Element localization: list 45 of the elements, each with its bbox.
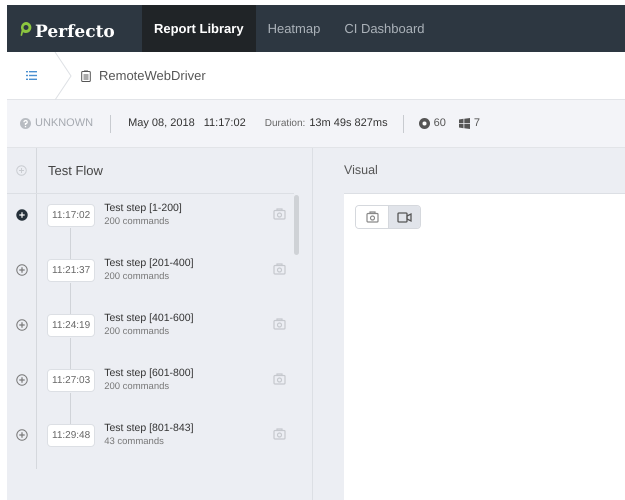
windows-icon — [458, 118, 470, 129]
duration-label: Duration: — [264, 117, 306, 131]
report-title: RemoteWebDriver — [99, 66, 206, 85]
nav-tab[interactable]: Heatmap — [256, 5, 332, 52]
scrollbar-thumb[interactable] — [294, 195, 299, 255]
panel-title: Visual — [344, 162, 378, 180]
panel-title: Test Flow — [48, 162, 103, 180]
list-icon[interactable] — [26, 71, 37, 80]
camera-icon — [366, 211, 378, 223]
screenshot-icon — [273, 373, 286, 385]
step-time: 11:17:02 — [47, 204, 96, 227]
step-command-count: 200 commands — [104, 270, 170, 283]
step-time: 11:24:19 — [47, 314, 96, 337]
status-text: UNKNOWN — [35, 116, 94, 132]
duration-value: 13m 49s 827ms — [309, 116, 388, 132]
os-version: 7 — [474, 116, 480, 132]
screenshot-icon — [273, 208, 286, 220]
step-title: Test step [601-800] — [104, 367, 194, 380]
logo-text: Perfecto — [35, 20, 115, 44]
view-mode-button[interactable] — [388, 206, 420, 228]
step-command-count: 43 commands — [104, 435, 165, 448]
screenshot-icon — [273, 263, 286, 275]
screenshot-icon — [273, 428, 286, 440]
browser-version: 60 — [434, 116, 446, 132]
clipboard-icon — [81, 70, 91, 82]
nav-tab[interactable]: CI Dashboard — [332, 5, 437, 52]
logo-icon — [19, 20, 33, 36]
step-title: Test step [801-843] — [104, 422, 194, 435]
step-command-count: 200 commands — [104, 380, 170, 393]
step-title: Test step [201-400] — [104, 257, 194, 270]
browser-icon — [418, 118, 430, 129]
nav-tab[interactable]: Report Library — [142, 5, 256, 52]
step-command-count: 200 commands — [104, 215, 170, 228]
plus-circle-icon[interactable] — [16, 208, 28, 220]
screenshot-icon — [273, 318, 286, 330]
step-time: 11:27:03 — [47, 369, 96, 392]
step-time: 11:21:37 — [47, 259, 96, 282]
step-time: 11:29:48 — [47, 424, 96, 447]
step-title: Test step [401-600] — [104, 312, 194, 325]
question-icon — [20, 118, 31, 129]
date-text: May 08, 2018 — [128, 116, 195, 132]
step-command-count: 200 commands — [104, 325, 170, 338]
video-camera-icon — [397, 212, 412, 222]
step-title: Test step [1-200] — [104, 202, 182, 215]
time-text: 11:17:02 — [204, 116, 246, 132]
